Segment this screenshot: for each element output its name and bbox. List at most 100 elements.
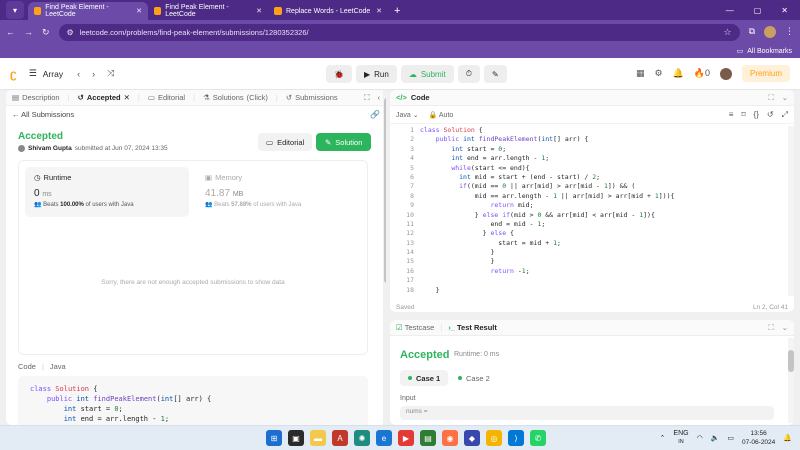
code-line: end = mid - 1;	[420, 219, 546, 228]
scroll-thumb[interactable]	[384, 98, 386, 283]
runtime-card[interactable]: ◷ Runtime 0 ms 👥 Beats 100.00% of users w…	[25, 167, 189, 217]
tab-solutions[interactable]: ⚗ Solutions (Click)	[203, 93, 268, 102]
debug-icon[interactable]: 🐞	[326, 65, 352, 83]
bookmark-star-icon[interactable]: ☆	[723, 27, 731, 38]
tab-description[interactable]: ▤ Description	[12, 93, 60, 102]
submit-button[interactable]: ☁ Submit	[400, 65, 454, 83]
tab-submissions[interactable]: ↺ Submissions	[286, 93, 338, 102]
tab-testcase[interactable]: ☑ Testcase	[396, 323, 434, 332]
edge-icon[interactable]: e	[376, 430, 392, 446]
editorial-button[interactable]: ▭ Editorial	[258, 133, 313, 151]
prev-problem-icon[interactable]: ‹	[77, 69, 80, 79]
tab-search-icon[interactable]: ▾	[6, 1, 24, 19]
result-scrollbar[interactable]	[788, 338, 794, 423]
problem-list-title[interactable]: Array	[43, 69, 63, 79]
collapse-icon[interactable]: ⌄	[782, 93, 788, 103]
pdf-reader-icon[interactable]: A	[332, 430, 348, 446]
browser-tab-1[interactable]: Find Peak Element - LeetCode ✕	[28, 2, 148, 20]
left-scrollbar[interactable]	[383, 90, 386, 425]
new-tab-icon[interactable]: +	[394, 5, 400, 17]
memory-label: Memory	[215, 173, 243, 182]
clock[interactable]: 13:56 07-06-2024	[742, 429, 775, 447]
app-icon[interactable]: ◆	[464, 430, 480, 446]
braces-icon[interactable]: {}	[754, 110, 759, 120]
tab-accepted[interactable]: ↺ Accepted ✕	[78, 93, 130, 102]
leetcode-logo-icon[interactable]: ʗ	[10, 67, 17, 81]
expand-icon[interactable]: ⤢	[782, 110, 788, 120]
youtube-icon[interactable]: ▶	[398, 430, 414, 446]
settings-icon[interactable]: ⚙	[654, 68, 662, 79]
shuffle-icon[interactable]: ⤨	[107, 68, 114, 79]
all-submissions-link[interactable]: ← All Submissions	[12, 110, 74, 119]
close-tab-icon[interactable]: ✕	[136, 7, 142, 15]
collapse-icon[interactable]: ⌄	[782, 323, 788, 333]
extensions-icon[interactable]: ⧉	[749, 26, 755, 38]
solution-button[interactable]: ✎ Solution	[316, 133, 372, 151]
volume-icon[interactable]: 🔈	[711, 434, 720, 442]
back-icon[interactable]: ←	[6, 27, 15, 37]
all-bookmarks-link[interactable]: All Bookmarks	[747, 48, 792, 55]
format-icon[interactable]: ≡	[729, 110, 734, 120]
tray-overflow-icon[interactable]: ⌃	[660, 434, 666, 442]
profile-avatar[interactable]	[764, 26, 776, 38]
task-view-icon[interactable]: ▣	[288, 430, 304, 446]
whatsapp-icon[interactable]: ✆	[530, 430, 546, 446]
link-icon[interactable]: 🔗	[370, 110, 380, 119]
reload-icon[interactable]: ↻	[42, 27, 50, 38]
memory-card[interactable]: ▣ Memory 41.87 MB 👥 Beats 57.88% of users…	[203, 167, 367, 217]
close-tab-icon[interactable]: ✕	[256, 7, 262, 15]
language-select[interactable]: Java ⌄	[396, 111, 419, 119]
tab-editorial[interactable]: ▭ Editorial	[148, 93, 185, 102]
case-2-tab[interactable]: Case 2	[454, 370, 494, 386]
submit-label: Submit	[420, 69, 446, 79]
url-field[interactable]: ⚙ leetcode.com/problems/find-peak-elemen…	[58, 23, 740, 41]
close-window-icon[interactable]: ✕	[781, 6, 788, 15]
notes-icon[interactable]: ✎	[483, 65, 507, 83]
chatgpt-icon[interactable]: ✺	[354, 430, 370, 446]
language-indicator[interactable]: ENG IN	[673, 430, 688, 446]
wifi-icon[interactable]: ◠	[697, 434, 703, 442]
solution-label: Solution	[335, 137, 363, 147]
windows-start-icon[interactable]: ⊞	[266, 430, 282, 446]
reset-icon[interactable]: ↺	[767, 110, 774, 120]
store-icon[interactable]: ▤	[420, 430, 436, 446]
timer-icon[interactable]: ⏱	[457, 65, 480, 83]
firefox-icon[interactable]: ◉	[442, 430, 458, 446]
browser-tab-3[interactable]: Replace Words - LeetCode ✕	[268, 2, 388, 20]
case-1-tab[interactable]: Case 1	[400, 370, 449, 386]
vscode-icon[interactable]: ⟩	[508, 430, 524, 446]
notifications-icon[interactable]: 🔔	[673, 68, 684, 79]
streak-counter[interactable]: 🔥0	[694, 68, 710, 79]
user-name[interactable]: Shivam Gupta	[28, 145, 72, 152]
fullscreen-icon[interactable]: ⛶	[364, 93, 369, 103]
maximize-icon[interactable]: ▢	[754, 6, 762, 15]
file-explorer-icon[interactable]: ▬	[310, 430, 326, 446]
notifications-bell-icon[interactable]: 🔔	[783, 434, 792, 442]
layout-icon[interactable]: ▦	[636, 68, 645, 79]
user-avatar[interactable]	[719, 67, 732, 80]
bookmark-icon[interactable]: ⌑	[741, 110, 745, 120]
run-button[interactable]: ▶ Run	[355, 65, 397, 83]
menu-icon[interactable]: ⋮	[785, 26, 794, 38]
close-tab-icon[interactable]: ✕	[124, 93, 130, 102]
auto-toggle[interactable]: 🔒 Auto	[429, 111, 454, 119]
chrome-icon[interactable]: ◎	[486, 430, 502, 446]
collapse-icon[interactable]: ‹	[378, 93, 381, 103]
close-tab-icon[interactable]: ✕	[376, 7, 382, 15]
submitted-code-preview[interactable]: class Solution { public int findPeakElem…	[18, 376, 368, 425]
battery-icon[interactable]: ▭	[727, 434, 734, 442]
list-icon[interactable]: ☰	[29, 68, 37, 79]
code-editor[interactable]: 1 2 3 4 5 6 7 8 9 10 11 12 13 14 15 16 1…	[390, 126, 786, 294]
tab-test-result[interactable]: ›_ Test Result	[448, 323, 497, 332]
editor-scrollbar[interactable]	[788, 126, 794, 296]
line-number: 3	[410, 144, 414, 153]
fullscreen-icon[interactable]: ⛶	[768, 93, 773, 103]
scroll-thumb[interactable]	[788, 350, 794, 372]
minimize-icon[interactable]: —	[726, 6, 734, 15]
site-info-icon[interactable]: ⚙	[67, 28, 74, 37]
forward-icon[interactable]: →	[24, 27, 33, 37]
fullscreen-icon[interactable]: ⛶	[768, 323, 773, 333]
browser-tab-2[interactable]: Find Peak Element - LeetCode ✕	[148, 2, 268, 20]
premium-button[interactable]: Premium	[741, 65, 790, 82]
next-problem-icon[interactable]: ›	[92, 69, 95, 79]
